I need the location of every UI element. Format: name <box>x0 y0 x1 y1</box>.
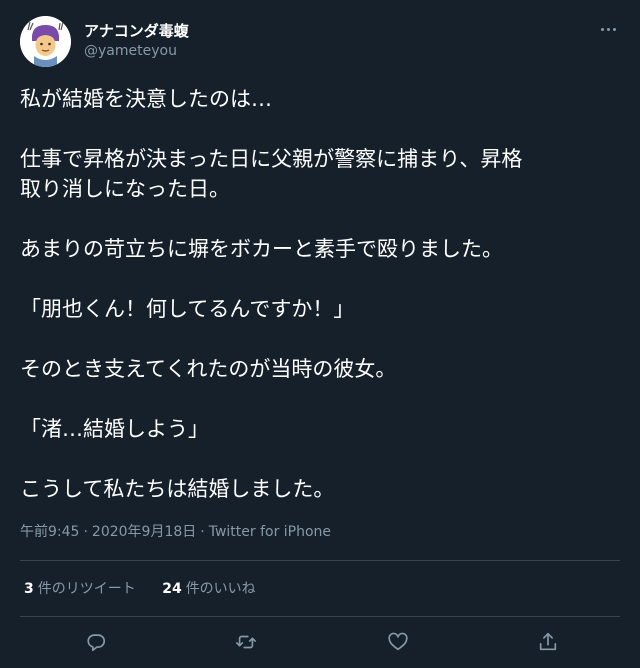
share-button[interactable] <box>530 626 566 658</box>
retweet-button[interactable] <box>228 626 264 658</box>
tweet-date[interactable]: 2020年9月18日 <box>92 524 196 540</box>
tweet-time[interactable]: 午前9:45 <box>20 524 79 540</box>
tweet-source[interactable]: Twitter for iPhone <box>209 524 331 540</box>
reply-button[interactable] <box>78 626 114 658</box>
likes-count: 24 <box>162 581 182 597</box>
more-horizontal-icon[interactable] <box>596 20 620 38</box>
like-button[interactable] <box>380 626 416 658</box>
tweet-header: アナコンダ毒蝮 @yameteyou <box>20 16 620 70</box>
divider <box>20 616 620 617</box>
author-display-name[interactable]: アナコンダ毒蝮 <box>84 20 189 41</box>
tweet-line: 取り消しになった日。 <box>20 177 230 201</box>
tweet-line: こうして私たちは結婚しました。 <box>20 477 335 501</box>
tweet-text: 私が結婚を決意したのは… 仕事で昇格が決まった日に父親が警察に捕まり、昇格 取り… <box>20 84 625 504</box>
avatar[interactable] <box>20 16 71 67</box>
avatar-image <box>20 16 71 67</box>
tweet-line: 仕事で昇格が決まった日に父親が警察に捕まり、昇格 <box>20 147 523 171</box>
heart-icon <box>388 632 408 651</box>
tweet-line: あまりの苛立ちに塀をボカーと素手で殴りました。 <box>20 237 503 261</box>
likes-label: 件のいいね <box>185 581 256 597</box>
tweet-card: アナコンダ毒蝮 @yameteyou 私が結婚を決意したのは… 仕事で昇格が決ま… <box>0 0 640 668</box>
tweet-line: 私が結婚を決意したのは… <box>20 87 272 111</box>
retweets-stat[interactable]: 3 件のリツイート <box>24 581 136 597</box>
tweet-actions <box>0 626 640 658</box>
tweet-line: そのとき支えてくれたのが当時の彼女。 <box>20 357 397 381</box>
tweet-stats: 3 件のリツイート 24 件のいいね <box>24 578 278 598</box>
meta-separator: · <box>200 524 205 540</box>
share-icon <box>539 632 557 651</box>
retweets-count: 3 <box>24 581 34 597</box>
retweet-icon <box>236 635 256 649</box>
reply-icon <box>87 634 106 652</box>
retweets-label: 件のリツイート <box>37 581 136 597</box>
tweet-meta: 午前9:45 · 2020年9月18日 · Twitter for iPhone <box>20 521 331 541</box>
tweet-line: 「渚…結婚しよう」 <box>20 417 209 441</box>
author-handle[interactable]: @yameteyou <box>84 43 177 59</box>
tweet-line: 「朋也くん！何してるんですか！」 <box>20 297 355 321</box>
meta-separator: · <box>83 524 88 540</box>
likes-stat[interactable]: 24 件のいいね <box>162 581 255 597</box>
divider <box>20 560 620 561</box>
